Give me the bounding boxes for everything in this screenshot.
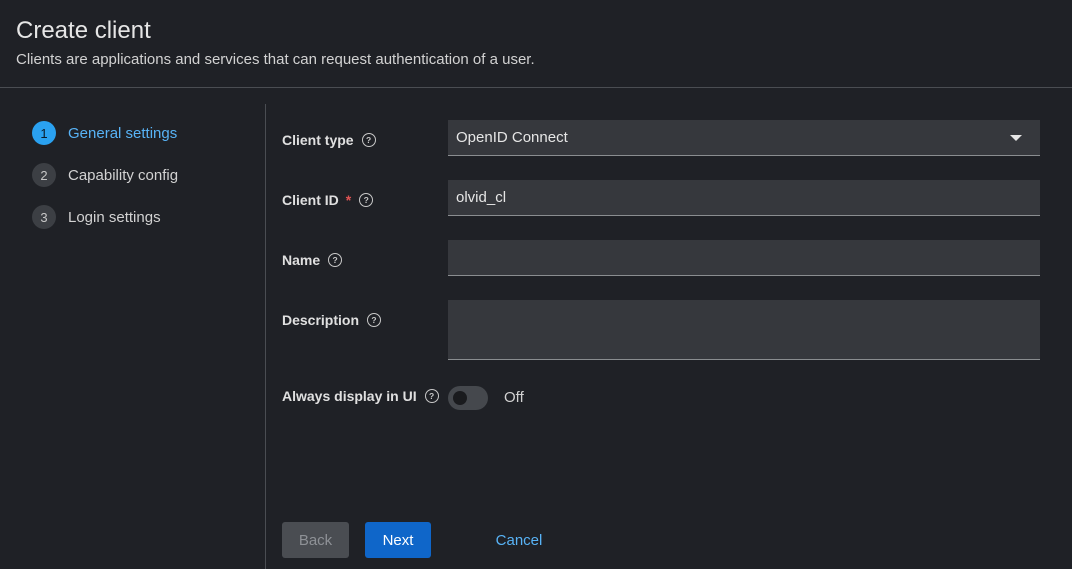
client-type-label-text: Client type: [282, 132, 354, 148]
step-number: 3: [32, 205, 56, 229]
help-icon[interactable]: ?: [367, 313, 382, 327]
toggle-knob: [453, 391, 467, 405]
always-display-toggle[interactable]: [448, 386, 488, 410]
client-id-value: olvid_cl: [456, 189, 507, 206]
help-icon[interactable]: ?: [361, 133, 376, 147]
description-textarea[interactable]: [448, 300, 1040, 360]
step-number: 1: [32, 121, 56, 145]
name-label: Name ?: [282, 251, 343, 269]
required-indicator: *: [345, 192, 352, 208]
name-label-text: Name: [282, 252, 321, 268]
page-subtitle: Clients are applications and services th…: [16, 51, 535, 68]
client-id-label: Client ID * ?: [282, 191, 374, 209]
always-display-label: Always display in UI ?: [282, 387, 439, 405]
step-label: Login settings: [68, 208, 161, 226]
client-id-label-text: Client ID: [282, 192, 339, 208]
page-title: Create client: [16, 17, 151, 44]
client-type-value: OpenID Connect: [456, 129, 568, 146]
next-button[interactable]: Next: [365, 522, 431, 558]
page-header: Create client Clients are applications a…: [0, 0, 1072, 88]
step-login-settings[interactable]: 3 Login settings: [32, 205, 161, 229]
cancel-button[interactable]: Cancel: [483, 522, 555, 558]
step-label: General settings: [68, 124, 178, 142]
back-button[interactable]: Back: [282, 522, 349, 558]
client-id-input[interactable]: olvid_cl: [448, 180, 1040, 216]
description-label-text: Description: [282, 312, 360, 328]
client-type-select[interactable]: OpenID Connect: [448, 120, 1040, 156]
create-client-page: Create client Clients are applications a…: [0, 0, 1072, 569]
help-icon[interactable]: ?: [328, 253, 343, 267]
step-number: 2: [32, 163, 56, 187]
name-input[interactable]: [448, 240, 1040, 276]
caret-down-icon: [1010, 135, 1022, 141]
step-general-settings[interactable]: 1 General settings: [32, 121, 177, 145]
always-display-state: Off: [504, 389, 524, 406]
step-label: Capability config: [68, 166, 179, 184]
help-icon[interactable]: ?: [424, 389, 439, 403]
client-type-label: Client type ?: [282, 131, 376, 149]
help-icon[interactable]: ?: [359, 193, 374, 207]
description-label: Description ?: [282, 311, 382, 329]
always-display-label-text: Always display in UI: [282, 388, 417, 404]
step-capability-config[interactable]: 2 Capability config: [32, 163, 178, 187]
